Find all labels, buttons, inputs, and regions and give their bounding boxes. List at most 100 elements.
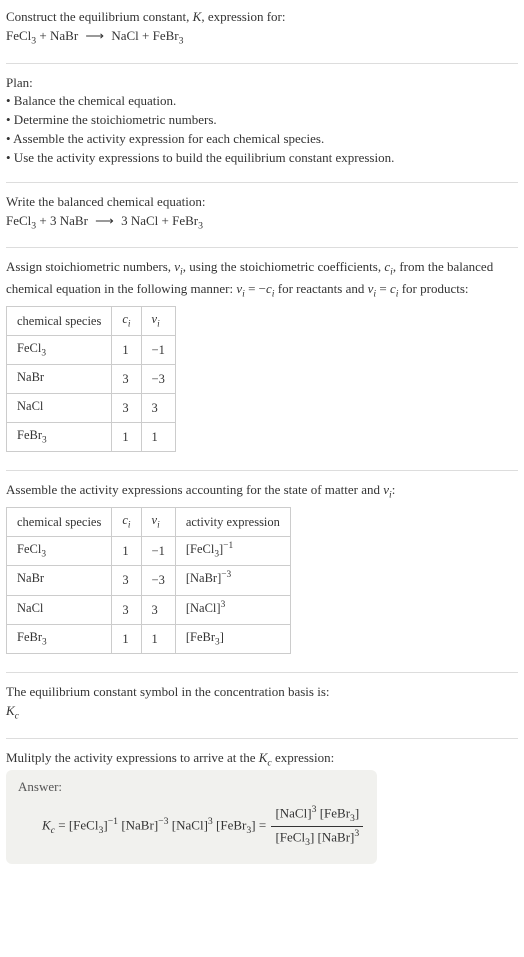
- cell-v: −3: [141, 566, 175, 595]
- col-vi: νi: [141, 507, 175, 536]
- separator: [6, 470, 518, 471]
- ci-i: i: [128, 520, 131, 530]
- separator: [6, 247, 518, 248]
- ans-eq: =: [55, 818, 69, 833]
- separator: [6, 738, 518, 739]
- ab: [NaCl: [186, 601, 217, 615]
- col-species: chemical species: [7, 507, 112, 536]
- cell-v: 3: [141, 394, 175, 423]
- col-vi: νi: [141, 306, 175, 335]
- eq-lhs-b: + NaBr: [36, 28, 78, 43]
- plan-bullet-2: • Determine the stoichiometric numbers.: [6, 111, 518, 130]
- t2: [NaBr: [121, 818, 154, 833]
- k: K: [6, 703, 15, 718]
- balanced-heading: Write the balanced chemical equation:: [6, 193, 518, 212]
- dbe: 3: [354, 828, 359, 839]
- da: [FeCl: [275, 830, 305, 845]
- dac: ]: [310, 830, 314, 845]
- table-header-row: chemical species ci νi activity expressi…: [7, 507, 291, 536]
- m-a: Mulitply the activity expressions to arr…: [6, 750, 259, 765]
- cell-v: −1: [141, 537, 175, 566]
- balanced-section: Write the balanced chemical equation: Fe…: [6, 189, 518, 242]
- assign-e: for products:: [398, 281, 468, 296]
- multiply-section: Mulitply the activity expressions to arr…: [6, 745, 518, 873]
- separator: [6, 63, 518, 64]
- cell-c: 1: [112, 624, 141, 653]
- multiply-text: Mulitply the activity expressions to arr…: [6, 749, 518, 771]
- rel1-eq: = −: [245, 281, 266, 296]
- t4: [FeBr: [216, 818, 246, 833]
- assign-a: Assign stoichiometric numbers,: [6, 259, 174, 274]
- table-row: NaBr 3 −3 [NaBr]−3: [7, 566, 291, 595]
- cell-v: 3: [141, 595, 175, 624]
- t1e: −1: [108, 816, 118, 827]
- plan-bullet-1: • Balance the chemical equation.: [6, 92, 518, 111]
- intro-text-b: , expression for:: [201, 9, 285, 24]
- bal-sub-3b: 3: [198, 220, 203, 231]
- t1: [FeCl: [69, 818, 99, 833]
- bal-rhs-a: 3 NaCl + FeBr: [121, 213, 198, 228]
- eq-rhs-a: NaCl + FeBr: [111, 28, 178, 43]
- table-row: FeCl3 1 −1: [7, 335, 176, 364]
- arrow-icon: ⟶: [91, 213, 118, 228]
- ab: [NaBr: [186, 571, 217, 585]
- eq-lhs-a: FeCl: [6, 28, 31, 43]
- ab: [FeCl: [186, 542, 214, 556]
- cell-activity: [FeCl3]−1: [175, 537, 290, 566]
- col-species: chemical species: [7, 306, 112, 335]
- sp: FeCl: [17, 542, 41, 556]
- cell-activity: [NaBr]−3: [175, 566, 290, 595]
- kc: c: [15, 711, 19, 722]
- cell-c: 1: [112, 537, 141, 566]
- cell-v: −3: [141, 364, 175, 393]
- plan-section: Plan: • Balance the chemical equation. •…: [6, 70, 518, 176]
- plan-bullet-4: • Use the activity expressions to build …: [6, 149, 518, 168]
- cell-c: 3: [112, 595, 141, 624]
- cell-activity: [NaCl]3: [175, 595, 290, 624]
- table-header-row: chemical species ci νi: [7, 306, 176, 335]
- table-row: NaCl 3 3 [NaCl]3: [7, 595, 291, 624]
- ae: −3: [221, 570, 231, 580]
- m-b: expression:: [272, 750, 334, 765]
- symbol-kc: Kc: [6, 702, 518, 724]
- asm-b: :: [392, 482, 396, 497]
- db: [NaBr: [318, 830, 351, 845]
- cell-c: 3: [112, 394, 141, 423]
- cell-species: NaBr: [7, 364, 112, 393]
- table-row: NaCl 3 3: [7, 394, 176, 423]
- stoich-table: chemical species ci νi FeCl3 1 −1 NaBr 3…: [6, 306, 176, 452]
- sp-sub: 3: [41, 550, 46, 560]
- sp: NaBr: [17, 370, 44, 384]
- vi-i: i: [157, 520, 160, 530]
- sp: FeCl: [17, 341, 41, 355]
- sp: NaBr: [17, 571, 44, 585]
- balanced-equation: FeCl3 + 3 NaBr ⟶ 3 NaCl + FeBr3: [6, 212, 518, 234]
- separator: [6, 672, 518, 673]
- vi-i: i: [157, 319, 160, 329]
- ans-k: K: [42, 818, 51, 833]
- intro-equation: FeCl3 + NaBr ⟶ NaCl + FeBr3: [6, 27, 518, 49]
- ans-eq2: =: [259, 818, 270, 833]
- answer-box: Answer: Kc = [FeCl3]−1 [NaBr]−3 [NaCl]3 …: [6, 770, 377, 864]
- t2e: −3: [158, 816, 168, 827]
- activity-table: chemical species ci νi activity expressi…: [6, 507, 291, 654]
- answer-label: Answer:: [18, 778, 365, 797]
- cell-c: 1: [112, 335, 141, 364]
- table-row: NaBr 3 −3: [7, 364, 176, 393]
- cell-species: NaCl: [7, 595, 112, 624]
- eq-sub-3b: 3: [179, 35, 184, 46]
- cell-species: FeBr3: [7, 624, 112, 653]
- intro-text: Construct the equilibrium constant,: [6, 9, 193, 24]
- bal-lhs-a: FeCl: [6, 213, 31, 228]
- sp-sub: 3: [42, 637, 47, 647]
- cell-c: 3: [112, 364, 141, 393]
- sp: NaCl: [17, 601, 43, 615]
- assign-section: Assign stoichiometric numbers, νi, using…: [6, 254, 518, 464]
- sp: FeBr: [17, 428, 42, 442]
- table-row: FeBr3 1 1 [FeBr3]: [7, 624, 291, 653]
- assemble-text: Assemble the activity expressions accoun…: [6, 481, 518, 503]
- assign-text: Assign stoichiometric numbers, νi, using…: [6, 258, 518, 301]
- cell-v: 1: [141, 423, 175, 452]
- assign-d: for reactants and: [275, 281, 368, 296]
- fraction: [NaCl]3 [FeBr3] [FeCl3] [NaBr]3: [271, 803, 363, 850]
